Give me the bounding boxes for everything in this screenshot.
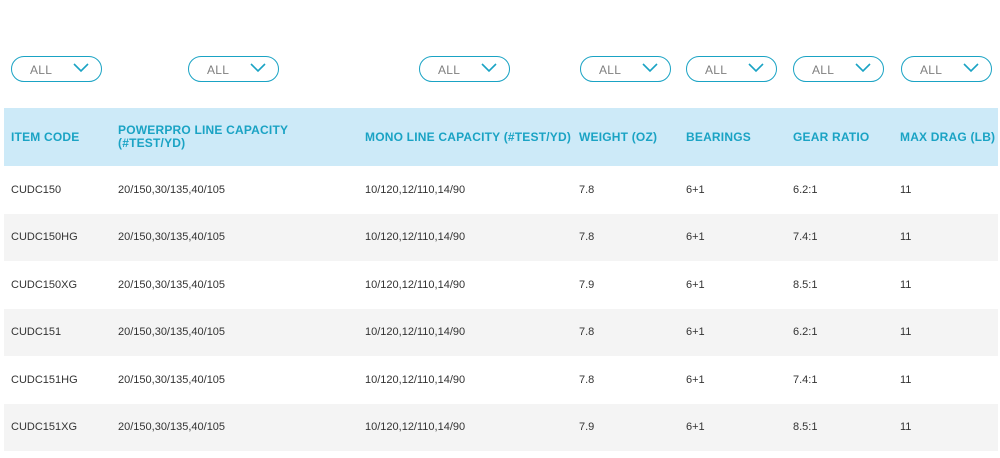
cell-mono-capacity: 10/120,12/110,14/90 xyxy=(365,421,466,434)
cell-item-code: CUDC151 xyxy=(11,326,62,339)
cell-powerpro-capacity: 20/150,30/135,40/105 xyxy=(118,373,226,386)
cell-max-drag: 11 xyxy=(900,326,912,339)
cell-weight: 7.8 xyxy=(579,373,595,386)
filter-item-code[interactable]: ALL xyxy=(11,56,102,82)
table-row: CUDC151XG 20/150,30/135,40/105 10/120,12… xyxy=(4,403,998,451)
cell-item-code: CUDC151HG xyxy=(11,373,78,386)
chevron-down-icon xyxy=(481,63,497,73)
cell-item-code: CUDC151XG xyxy=(11,421,78,434)
filter-bar: ALL ALL ALL ALL ALL ALL ALL xyxy=(0,56,1000,86)
table-row: CUDC150HG 20/150,30/135,40/105 10/120,12… xyxy=(4,213,998,261)
header-bearings: BEARINGS xyxy=(686,129,751,144)
cell-bearings: 6+1 xyxy=(686,373,705,386)
cell-max-drag: 11 xyxy=(900,421,912,434)
cell-bearings: 6+1 xyxy=(686,231,705,244)
chevron-down-icon xyxy=(642,63,658,73)
filter-label: ALL xyxy=(599,63,622,77)
spec-table-page: ALL ALL ALL ALL ALL ALL ALL ITEM CODE PO… xyxy=(0,0,1000,458)
cell-mono-capacity: 10/120,12/110,14/90 xyxy=(365,183,466,196)
table-header: ITEM CODE POWERPRO LINE CAPACITY (#TEST/… xyxy=(4,108,998,166)
cell-weight: 7.9 xyxy=(579,421,595,434)
filter-label: ALL xyxy=(705,63,728,77)
cell-weight: 7.9 xyxy=(579,278,595,291)
filter-label: ALL xyxy=(920,63,943,77)
header-item-code: ITEM CODE xyxy=(11,129,80,144)
cell-bearings: 6+1 xyxy=(686,326,705,339)
cell-mono-capacity: 10/120,12/110,14/90 xyxy=(365,326,466,339)
chevron-down-icon xyxy=(963,63,979,73)
filter-gear-ratio[interactable]: ALL xyxy=(793,56,884,82)
cell-gear-ratio: 7.4:1 xyxy=(793,373,818,386)
cell-gear-ratio: 6.2:1 xyxy=(793,183,818,196)
filter-label: ALL xyxy=(207,63,230,77)
filter-label: ALL xyxy=(30,63,53,77)
spec-table: ITEM CODE POWERPRO LINE CAPACITY (#TEST/… xyxy=(4,108,998,451)
cell-item-code: CUDC150HG xyxy=(11,231,78,244)
header-max-drag: MAX DRAG (LB) xyxy=(900,129,996,144)
cell-gear-ratio: 6.2:1 xyxy=(793,326,818,339)
cell-gear-ratio: 7.4:1 xyxy=(793,231,818,244)
cell-mono-capacity: 10/120,12/110,14/90 xyxy=(365,231,466,244)
cell-powerpro-capacity: 20/150,30/135,40/105 xyxy=(118,421,226,434)
cell-weight: 7.8 xyxy=(579,231,595,244)
table-row: CUDC151HG 20/150,30/135,40/105 10/120,12… xyxy=(4,356,998,404)
filter-powerpro-capacity[interactable]: ALL xyxy=(188,56,279,82)
filter-max-drag[interactable]: ALL xyxy=(901,56,992,82)
table-row: CUDC150XG 20/150,30/135,40/105 10/120,12… xyxy=(4,261,998,309)
filter-mono-capacity[interactable]: ALL xyxy=(419,56,510,82)
cell-weight: 7.8 xyxy=(579,326,595,339)
cell-bearings: 6+1 xyxy=(686,278,705,291)
filter-label: ALL xyxy=(812,63,835,77)
cell-powerpro-capacity: 20/150,30/135,40/105 xyxy=(118,326,226,339)
cell-item-code: CUDC150 xyxy=(11,183,62,196)
cell-max-drag: 11 xyxy=(900,373,912,386)
header-gear-ratio: GEAR RATIO xyxy=(793,129,870,144)
cell-bearings: 6+1 xyxy=(686,421,705,434)
cell-max-drag: 11 xyxy=(900,278,912,291)
table-row: CUDC151 20/150,30/135,40/105 10/120,12/1… xyxy=(4,308,998,356)
cell-powerpro-capacity: 20/150,30/135,40/105 xyxy=(118,231,226,244)
cell-bearings: 6+1 xyxy=(686,183,705,196)
filter-weight[interactable]: ALL xyxy=(580,56,671,82)
filter-label: ALL xyxy=(438,63,461,77)
cell-gear-ratio: 8.5:1 xyxy=(793,278,818,291)
filter-bearings[interactable]: ALL xyxy=(686,56,777,82)
header-powerpro-capacity: POWERPRO LINE CAPACITY (#TEST/YD) xyxy=(118,123,288,150)
cell-item-code: CUDC150XG xyxy=(11,278,78,291)
header-mono-capacity: MONO LINE CAPACITY (#TEST/YD) xyxy=(365,129,572,144)
cell-powerpro-capacity: 20/150,30/135,40/105 xyxy=(118,278,226,291)
cell-mono-capacity: 10/120,12/110,14/90 xyxy=(365,278,466,291)
cell-max-drag: 11 xyxy=(900,183,912,196)
cell-gear-ratio: 8.5:1 xyxy=(793,421,818,434)
chevron-down-icon xyxy=(73,63,89,73)
cell-powerpro-capacity: 20/150,30/135,40/105 xyxy=(118,183,226,196)
header-row: ITEM CODE POWERPRO LINE CAPACITY (#TEST/… xyxy=(4,108,998,166)
table-row: CUDC150 20/150,30/135,40/105 10/120,12/1… xyxy=(4,166,998,214)
cell-weight: 7.8 xyxy=(579,183,595,196)
cell-max-drag: 11 xyxy=(900,231,912,244)
cell-mono-capacity: 10/120,12/110,14/90 xyxy=(365,373,466,386)
header-weight: WEIGHT (OZ) xyxy=(579,129,658,144)
table-body: CUDC150 20/150,30/135,40/105 10/120,12/1… xyxy=(4,166,998,451)
chevron-down-icon xyxy=(250,63,266,73)
chevron-down-icon xyxy=(855,63,871,73)
chevron-down-icon xyxy=(748,63,764,73)
